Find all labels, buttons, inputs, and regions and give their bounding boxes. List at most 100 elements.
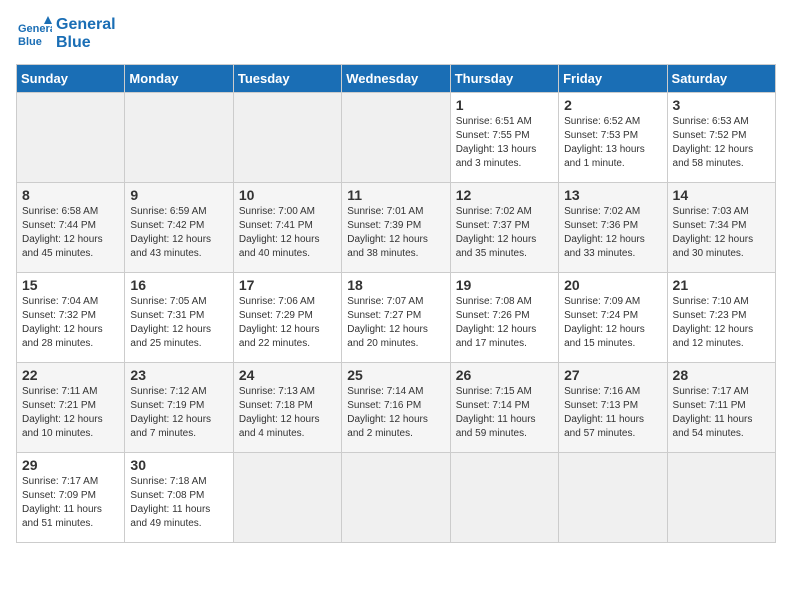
- day-number: 12: [456, 187, 553, 203]
- calendar-cell: 21 Sunrise: 7:10 AMSunset: 7:23 PMDayligh…: [667, 273, 775, 363]
- calendar-cell: 16 Sunrise: 7:05 AMSunset: 7:31 PMDayligh…: [125, 273, 233, 363]
- day-number: 13: [564, 187, 661, 203]
- calendar-table: SundayMondayTuesdayWednesdayThursdayFrid…: [16, 64, 776, 543]
- calendar-cell: 22 Sunrise: 7:11 AMSunset: 7:21 PMDayligh…: [17, 363, 125, 453]
- day-number: 21: [673, 277, 770, 293]
- calendar-cell: [17, 93, 125, 183]
- day-info: Sunrise: 7:16 AMSunset: 7:13 PMDaylight:…: [564, 385, 661, 441]
- day-number: 17: [239, 277, 336, 293]
- day-number: 3: [673, 97, 770, 113]
- svg-text:General: General: [18, 23, 52, 35]
- day-info: Sunrise: 6:52 AMSunset: 7:53 PMDaylight:…: [564, 115, 661, 171]
- header-cell-thursday: Thursday: [450, 65, 558, 93]
- day-info: Sunrise: 6:58 AMSunset: 7:44 PMDaylight:…: [22, 205, 119, 261]
- day-info: Sunrise: 7:09 AMSunset: 7:24 PMDaylight:…: [564, 295, 661, 351]
- page-header: General Blue General Blue: [16, 16, 776, 52]
- calendar-cell: [559, 453, 667, 543]
- calendar-cell: [233, 453, 341, 543]
- calendar-cell: 1 Sunrise: 6:51 AMSunset: 7:55 PMDaylight…: [450, 93, 558, 183]
- day-number: 16: [130, 277, 227, 293]
- calendar-cell: 15 Sunrise: 7:04 AMSunset: 7:32 PMDayligh…: [17, 273, 125, 363]
- calendar-week-row: 8 Sunrise: 6:58 AMSunset: 7:44 PMDaylight…: [17, 183, 776, 273]
- calendar-cell: [342, 453, 450, 543]
- day-info: Sunrise: 7:17 AMSunset: 7:09 PMDaylight:…: [22, 475, 119, 531]
- calendar-cell: 19 Sunrise: 7:08 AMSunset: 7:26 PMDayligh…: [450, 273, 558, 363]
- day-info: Sunrise: 7:01 AMSunset: 7:39 PMDaylight:…: [347, 205, 444, 261]
- logo-blue: Blue: [56, 34, 116, 52]
- calendar-cell: 20 Sunrise: 7:09 AMSunset: 7:24 PMDayligh…: [559, 273, 667, 363]
- day-number: 15: [22, 277, 119, 293]
- calendar-week-row: 15 Sunrise: 7:04 AMSunset: 7:32 PMDayligh…: [17, 273, 776, 363]
- calendar-cell: 30 Sunrise: 7:18 AMSunset: 7:08 PMDayligh…: [125, 453, 233, 543]
- day-info: Sunrise: 7:10 AMSunset: 7:23 PMDaylight:…: [673, 295, 770, 351]
- calendar-cell: 17 Sunrise: 7:06 AMSunset: 7:29 PMDayligh…: [233, 273, 341, 363]
- day-info: Sunrise: 7:05 AMSunset: 7:31 PMDaylight:…: [130, 295, 227, 351]
- calendar-cell: [125, 93, 233, 183]
- calendar-cell: 18Sunrise: 7:07 AMSunset: 7:27 PMDayligh…: [342, 273, 450, 363]
- calendar-cell: [450, 453, 558, 543]
- calendar-cell: [342, 93, 450, 183]
- calendar-cell: 13Sunrise: 7:02 AMSunset: 7:36 PMDayligh…: [559, 183, 667, 273]
- day-info: Sunrise: 7:11 AMSunset: 7:21 PMDaylight:…: [22, 385, 119, 441]
- calendar-week-row: 22 Sunrise: 7:11 AMSunset: 7:21 PMDayligh…: [17, 363, 776, 453]
- day-info: Sunrise: 7:06 AMSunset: 7:29 PMDaylight:…: [239, 295, 336, 351]
- calendar-cell: [667, 453, 775, 543]
- day-info: Sunrise: 6:59 AMSunset: 7:42 PMDaylight:…: [130, 205, 227, 261]
- day-info: Sunrise: 7:00 AMSunset: 7:41 PMDaylight:…: [239, 205, 336, 261]
- day-number: 9: [130, 187, 227, 203]
- calendar-cell: 24 Sunrise: 7:13 AMSunset: 7:18 PMDayligh…: [233, 363, 341, 453]
- calendar-cell: 28 Sunrise: 7:17 AMSunset: 7:11 PMDayligh…: [667, 363, 775, 453]
- calendar-cell: 10 Sunrise: 7:00 AMSunset: 7:41 PMDayligh…: [233, 183, 341, 273]
- calendar-week-row: 1 Sunrise: 6:51 AMSunset: 7:55 PMDaylight…: [17, 93, 776, 183]
- calendar-cell: [233, 93, 341, 183]
- day-number: 24: [239, 367, 336, 383]
- day-info: Sunrise: 7:12 AMSunset: 7:19 PMDaylight:…: [130, 385, 227, 441]
- calendar-cell: 27 Sunrise: 7:16 AMSunset: 7:13 PMDayligh…: [559, 363, 667, 453]
- day-number: 25: [347, 367, 444, 383]
- calendar-cell: 2Sunrise: 6:52 AMSunset: 7:53 PMDaylight…: [559, 93, 667, 183]
- calendar-cell: 23 Sunrise: 7:12 AMSunset: 7:19 PMDayligh…: [125, 363, 233, 453]
- calendar-body: 1 Sunrise: 6:51 AMSunset: 7:55 PMDaylight…: [17, 93, 776, 543]
- day-number: 19: [456, 277, 553, 293]
- day-info: Sunrise: 6:53 AMSunset: 7:52 PMDaylight:…: [673, 115, 770, 171]
- day-number: 14: [673, 187, 770, 203]
- day-info: Sunrise: 6:51 AMSunset: 7:55 PMDaylight:…: [456, 115, 553, 171]
- day-info: Sunrise: 7:07 AMSunset: 7:27 PMDaylight:…: [347, 295, 444, 351]
- header-cell-sunday: Sunday: [17, 65, 125, 93]
- header-cell-tuesday: Tuesday: [233, 65, 341, 93]
- calendar-cell: 14 Sunrise: 7:03 AMSunset: 7:34 PMDayligh…: [667, 183, 775, 273]
- logo: General Blue General Blue: [16, 16, 116, 52]
- day-number: 29: [22, 457, 119, 473]
- day-number: 28: [673, 367, 770, 383]
- day-number: 22: [22, 367, 119, 383]
- day-info: Sunrise: 7:13 AMSunset: 7:18 PMDaylight:…: [239, 385, 336, 441]
- day-number: 30: [130, 457, 227, 473]
- day-info: Sunrise: 7:02 AMSunset: 7:37 PMDaylight:…: [456, 205, 553, 261]
- calendar-cell: 3 Sunrise: 6:53 AMSunset: 7:52 PMDaylight…: [667, 93, 775, 183]
- header-cell-saturday: Saturday: [667, 65, 775, 93]
- day-number: 11: [347, 187, 444, 203]
- calendar-cell: 29 Sunrise: 7:17 AMSunset: 7:09 PMDayligh…: [17, 453, 125, 543]
- logo-icon: General Blue: [16, 16, 52, 52]
- day-info: Sunrise: 7:04 AMSunset: 7:32 PMDaylight:…: [22, 295, 119, 351]
- day-info: Sunrise: 7:17 AMSunset: 7:11 PMDaylight:…: [673, 385, 770, 441]
- header-cell-wednesday: Wednesday: [342, 65, 450, 93]
- day-number: 8: [22, 187, 119, 203]
- day-number: 27: [564, 367, 661, 383]
- day-info: Sunrise: 7:18 AMSunset: 7:08 PMDaylight:…: [130, 475, 227, 531]
- header-cell-monday: Monday: [125, 65, 233, 93]
- calendar-cell: 8 Sunrise: 6:58 AMSunset: 7:44 PMDaylight…: [17, 183, 125, 273]
- header-cell-friday: Friday: [559, 65, 667, 93]
- calendar-header-row: SundayMondayTuesdayWednesdayThursdayFrid…: [17, 65, 776, 93]
- day-info: Sunrise: 7:08 AMSunset: 7:26 PMDaylight:…: [456, 295, 553, 351]
- day-number: 20: [564, 277, 661, 293]
- calendar-week-row: 29 Sunrise: 7:17 AMSunset: 7:09 PMDayligh…: [17, 453, 776, 543]
- logo-general: General: [56, 16, 116, 33]
- calendar-cell: 25 Sunrise: 7:14 AMSunset: 7:16 PMDayligh…: [342, 363, 450, 453]
- day-info: Sunrise: 7:15 AMSunset: 7:14 PMDaylight:…: [456, 385, 553, 441]
- day-number: 23: [130, 367, 227, 383]
- day-number: 1: [456, 97, 553, 113]
- day-info: Sunrise: 7:03 AMSunset: 7:34 PMDaylight:…: [673, 205, 770, 261]
- day-info: Sunrise: 7:14 AMSunset: 7:16 PMDaylight:…: [347, 385, 444, 441]
- day-number: 10: [239, 187, 336, 203]
